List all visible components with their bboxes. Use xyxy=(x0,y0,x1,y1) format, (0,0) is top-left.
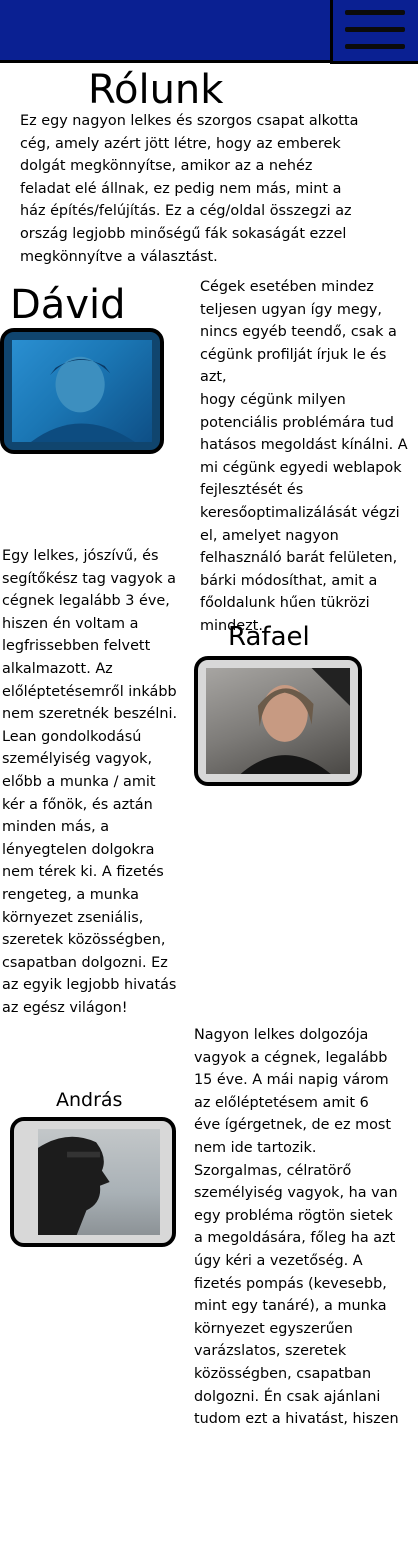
about-paragraph: Ez egy nagyon lelkes és szorgos csapat a… xyxy=(20,110,380,268)
menu-line xyxy=(345,10,405,15)
member-name-david: Dávid xyxy=(10,282,126,328)
portrait-image xyxy=(206,668,350,774)
text-line: alkalmazott. Az xyxy=(2,660,113,677)
text-line: lényegtelen dolgokra xyxy=(2,841,155,858)
david-bio: Egy lelkes, jószívű, és segítőkész tag v… xyxy=(2,545,192,1019)
text-line: Egy lelkes, jószívű, és xyxy=(2,548,159,564)
hamburger-menu-icon[interactable] xyxy=(330,0,418,64)
menu-line xyxy=(345,44,405,49)
david-photo xyxy=(0,328,164,454)
text-line: nincs egyéb teendő, csak a xyxy=(200,324,397,341)
person-silhouette-icon xyxy=(240,668,350,774)
text-line: környezet egyszerűen xyxy=(194,1320,353,1337)
text-line: nem térek ki. A fizetés xyxy=(2,864,164,881)
text-line: szeretek közösségben, xyxy=(2,932,166,949)
text-line: előbb a munka / amit xyxy=(2,773,156,790)
text-line: Nagyon lelkes dolgozója xyxy=(194,1027,369,1043)
text-line: 15 éve. A mái napig várom xyxy=(194,1072,389,1089)
text-line: mi cégünk egyedi weblapok xyxy=(200,459,402,476)
member-name-andras: András xyxy=(56,1089,123,1111)
text-line: úgy kéri a vezetőség. A xyxy=(194,1252,363,1269)
text-line: Szorgalmas, célratörő xyxy=(194,1162,352,1179)
text-line: az egész világon! xyxy=(2,999,128,1016)
text-line: nem ide tartozik. xyxy=(194,1139,317,1156)
text-line: az egyik legjobb hivatás xyxy=(2,977,177,994)
andras-bio: Nagyon lelkes dolgozója vagyok a cégnek,… xyxy=(194,1024,412,1431)
text-line: felhasználó barát felületen, xyxy=(200,550,398,567)
text-line: környezet zseniális, xyxy=(2,909,144,926)
text-line: a megoldására, főleg ha azt xyxy=(194,1230,396,1247)
text-line: cég, amely azért jött létre, hogy az emb… xyxy=(20,135,341,152)
text-line: hogy cégünk milyen xyxy=(200,391,346,408)
text-line: egy probléma rögtön sietek xyxy=(194,1207,393,1224)
text-line: Ez egy nagyon lelkes és szorgos csapat a… xyxy=(20,113,359,129)
text-line: előléptetésemről inkább xyxy=(2,683,177,700)
text-line: főoldalunk hűen tükrözi xyxy=(200,595,370,612)
text-line: teljesen ugyan így megy, xyxy=(200,301,382,318)
text-line: hiszen én voltam a xyxy=(2,615,139,632)
text-line: csapatban dolgozni. Ez xyxy=(2,954,168,971)
menu-line xyxy=(345,27,405,32)
text-line: az előléptetésem amit 6 xyxy=(194,1094,369,1111)
text-line: megkönnyítve a választást. xyxy=(20,248,218,265)
text-line: Lean gondolkodású xyxy=(2,728,142,745)
text-line: rengeteg, a munka xyxy=(2,886,139,903)
text-line: legfrissebben felvett xyxy=(2,638,151,655)
text-line: ház építés/felújítás. Ez a cég/oldal öss… xyxy=(20,203,352,220)
text-line: bárki módosíthat, amit a xyxy=(200,572,378,589)
text-line: ország legjobb minőségű fák sokaságát ez… xyxy=(20,225,347,242)
text-line: személyiség vagyok, ha van xyxy=(194,1185,398,1202)
text-line: hatásos megoldást kínálni. A xyxy=(200,437,408,454)
text-line: éve ígérgetnek, de ez most xyxy=(194,1117,392,1134)
andras-photo xyxy=(10,1117,176,1247)
text-line: Cégek esetében mindez xyxy=(200,279,374,295)
text-line: el, amelyet nagyon xyxy=(200,527,339,544)
text-line: cégünk profilját írjuk le és azt, xyxy=(200,346,387,386)
person-silhouette-icon xyxy=(30,356,135,442)
text-line: nem szeretnék beszélni. xyxy=(2,706,178,723)
text-line: személyiség vagyok, xyxy=(2,751,153,768)
text-line: közösségben, csapatban xyxy=(194,1365,372,1382)
text-line: segítőkész tag vagyok a xyxy=(2,570,176,587)
text-line: potenciális problémára tud xyxy=(200,414,394,431)
text-line: vagyok a cégnek, legalább xyxy=(194,1049,388,1066)
text-line: keresőoptimalizálását végzi xyxy=(200,504,400,521)
text-line: varázslatos, szeretek xyxy=(194,1343,347,1360)
text-line: dolgát megkönnyítse, amikor az a nehéz xyxy=(20,158,313,175)
text-line: feladat elé állnak, ez pedig nem más, mi… xyxy=(20,180,342,197)
portrait-image xyxy=(38,1129,160,1235)
company-paragraph: Cégek esetében mindez teljesen ugyan így… xyxy=(200,276,410,638)
text-line: fejlesztését és xyxy=(200,482,304,499)
text-line: minden más, a xyxy=(2,819,110,836)
text-line: kér a főnök, és aztán xyxy=(2,796,153,813)
text-line: fizetés pompás (kevesebb, xyxy=(194,1275,387,1292)
text-line: cégnek legalább 3 éve, xyxy=(2,593,170,610)
text-line: dolgozni. Én csak ajánlani xyxy=(194,1388,381,1405)
text-line: tudom ezt a hivatást, hiszen xyxy=(194,1411,399,1428)
rafael-photo xyxy=(194,656,362,786)
text-line: mint egy tanáré), a munka xyxy=(194,1298,387,1315)
page-title: Rólunk xyxy=(88,67,224,113)
member-name-rafael: Rafael xyxy=(228,622,310,652)
portrait-image xyxy=(12,340,152,442)
person-silhouette-icon xyxy=(38,1136,110,1235)
